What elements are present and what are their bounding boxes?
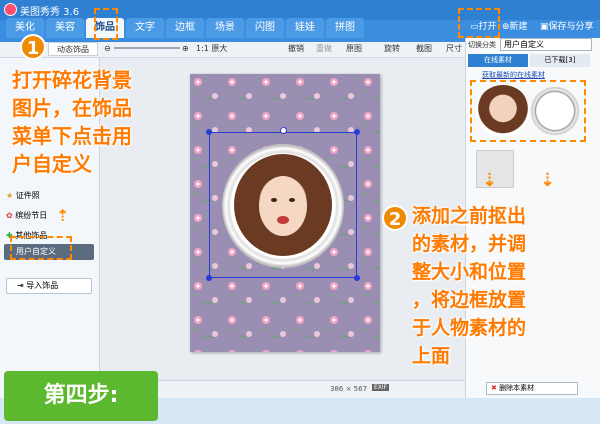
step-badge-1: 1	[20, 34, 46, 60]
highlight-open-button	[458, 8, 500, 38]
tab-doll[interactable]: 娃娃	[286, 18, 324, 38]
tab-scene[interactable]: 场景	[206, 18, 244, 38]
plus-icon: ⊕	[502, 22, 510, 32]
step-badge-2: 2	[382, 205, 408, 231]
import-icon: ⇥	[17, 281, 24, 290]
highlight-user-custom	[10, 236, 72, 260]
delete-material-button[interactable]: ✖ 删除本素材	[486, 382, 578, 395]
tab-frame[interactable]: 边框	[166, 18, 204, 38]
exif-badge[interactable]: EXIF	[372, 384, 390, 391]
original-size-button[interactable]: 1:1 原大	[196, 42, 227, 56]
tab-downloaded[interactable]: 已下载[3]	[530, 54, 590, 67]
step-label: 第四步:	[4, 371, 158, 421]
zoom-slider[interactable]	[114, 47, 180, 49]
delete-icon: ✖	[491, 384, 497, 392]
tab-dynamic-accessories[interactable]: 动态饰品	[48, 42, 98, 56]
image-dimensions: 386 × 567	[330, 385, 368, 393]
save-share-button[interactable]: ▣保存与分享	[540, 18, 594, 36]
zoom-in-icon[interactable]: ⊕	[182, 42, 189, 56]
import-accessory-button[interactable]: ⇥ 导入饰品	[6, 278, 92, 294]
arrow-down-icon: ⇣	[540, 170, 556, 191]
app-logo-icon	[4, 3, 17, 16]
resize-handle[interactable]	[206, 275, 212, 281]
undo-button[interactable]: 撤销	[288, 42, 304, 56]
gift-icon: ✿	[6, 211, 13, 220]
tab-flash[interactable]: 闪图	[246, 18, 284, 38]
tab-online-materials[interactable]: 在线素材	[468, 54, 528, 67]
resize-handle[interactable]	[206, 129, 212, 135]
original-button[interactable]: 原图	[346, 42, 362, 56]
rotate-handle[interactable]	[280, 127, 287, 134]
instruction-text-2: 添加之前抠出 的素材，并调 整大小和位置 ，将边框放置 于人物素材的 上面	[412, 205, 527, 367]
fetch-online-link[interactable]: 获取最新的在线素材	[482, 70, 545, 80]
tab-makeup[interactable]: 美容	[46, 18, 84, 38]
tab-collage[interactable]: 拼图	[326, 18, 364, 38]
highlight-accessories-tab	[94, 8, 118, 40]
arrow-down-icon: ⇣	[482, 170, 498, 191]
zoom-out-icon[interactable]: ⊖	[104, 42, 111, 56]
crop-button[interactable]: 截图	[416, 42, 432, 56]
save-icon: ▣	[540, 22, 549, 32]
highlight-materials	[470, 80, 586, 142]
app-title: 美图秀秀 3.6	[20, 7, 80, 18]
tab-text[interactable]: 文字	[126, 18, 164, 38]
title-bar	[0, 0, 600, 20]
instruction-text-1: 打开碎花背景 图片，在饰品 菜单下点击用 户自定义	[12, 68, 132, 176]
arrow-up-icon: ⇡	[56, 206, 70, 225]
sidebar-item-id-photo[interactable]: ★ 证件照	[6, 190, 40, 201]
category-select[interactable]: 用户自定义	[500, 38, 592, 51]
size-button[interactable]: 尺寸	[446, 42, 462, 56]
face-features	[259, 176, 307, 236]
resize-handle[interactable]	[354, 275, 360, 281]
sidebar-item-festival[interactable]: ✿ 缤纷节日	[6, 210, 47, 221]
rotate-button[interactable]: 旋转	[384, 42, 400, 56]
resize-handle[interactable]	[354, 129, 360, 135]
new-button[interactable]: ⊕新建	[502, 18, 528, 36]
star-icon: ★	[6, 191, 14, 200]
portrait-photo	[234, 154, 332, 256]
redo-button[interactable]: 重做	[316, 42, 332, 56]
switch-category-label: 切换分类	[468, 41, 496, 49]
